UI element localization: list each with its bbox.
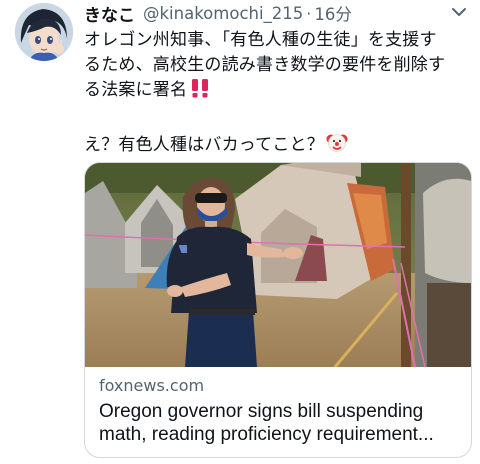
link-card[interactable]: foxnews.com Oregon governor signs bill s… [84, 162, 472, 458]
tweet: きなこ @kinakomochi_215 · 16分 オレゴン州知事、「有色人種… [0, 0, 480, 464]
separator-dot: · [306, 3, 312, 23]
tweet-line: オレゴン州知事、「有色人種の生徒」を支援す [84, 30, 437, 50]
user-handle[interactable]: @kinakomochi_215 [143, 4, 303, 23]
tweet-line: るため、高校生の読み書き数学の要件を削除す [84, 55, 446, 75]
tweet-text: オレゴン州知事、「有色人種の生徒」を支援す るため、高校生の読み書き数学の要件を… [84, 28, 476, 161]
card-meta: foxnews.com Oregon governor signs bill s… [99, 375, 461, 446]
chevron-down-icon [452, 8, 466, 16]
card-title-line[interactable]: math, reading proficiency requirement... [99, 423, 461, 446]
card-title-line[interactable]: Oregon governor signs bill suspending [99, 400, 461, 423]
tweet-line-text: る法案に署名 [84, 80, 188, 100]
avatar-illustration-icon [15, 3, 73, 61]
avatar[interactable] [15, 3, 73, 61]
clown-face-emoji-icon [326, 131, 348, 161]
card-image[interactable] [85, 163, 471, 367]
news-photo-image [85, 163, 471, 367]
tweet-line: る法案に署名 [84, 78, 476, 106]
double-exclamation-emoji-icon [189, 78, 211, 106]
display-name[interactable]: きなこ [84, 1, 135, 26]
tweet-header: きなこ @kinakomochi_215 · 16分 [84, 0, 352, 26]
tweet-line: え？有色人種はバカってこと？ [84, 131, 476, 161]
more-options-button[interactable] [448, 2, 470, 22]
timestamp[interactable]: 16分 [314, 1, 352, 25]
tweet-line-text: え？有色人種はバカってこと？ [84, 135, 324, 155]
card-domain: foxnews.com [99, 376, 205, 395]
